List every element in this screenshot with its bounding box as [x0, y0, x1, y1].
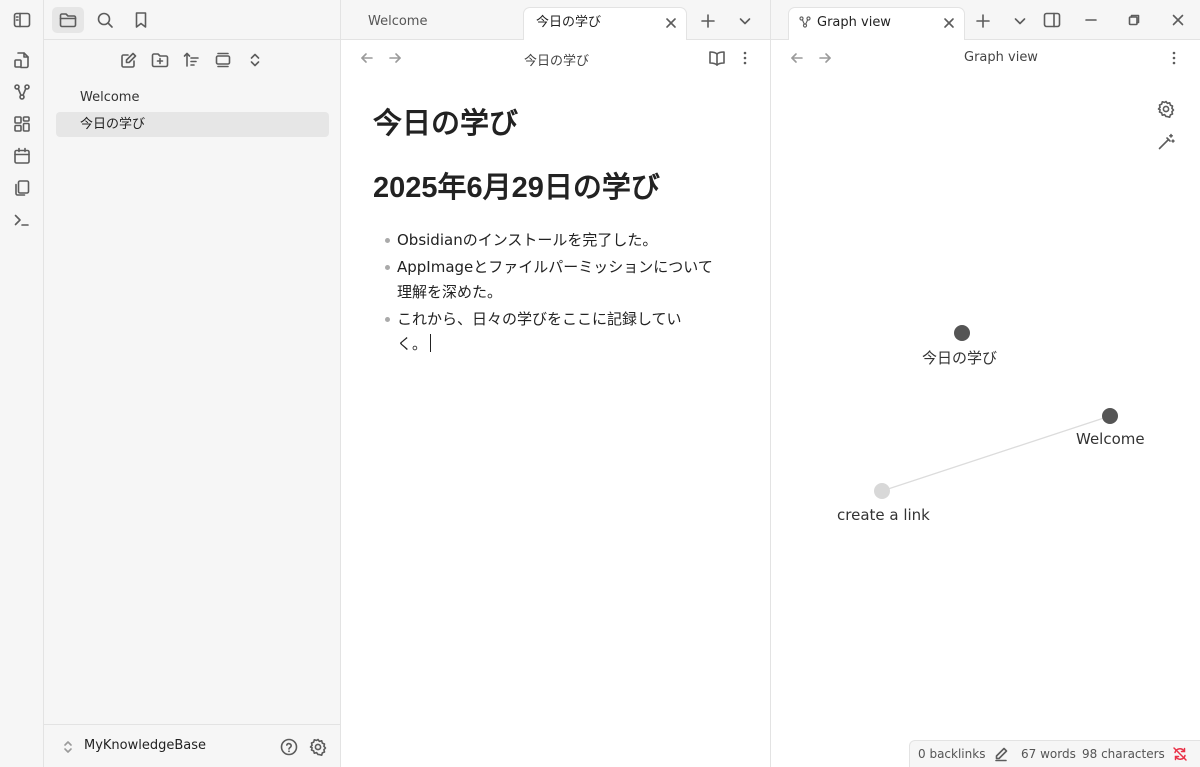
list-item[interactable]: これから、日々の学びをここに記録していく。 [373, 307, 703, 357]
minimize-window-icon[interactable] [1079, 8, 1103, 32]
list-item[interactable]: Obsidianのインストールを完了した。 [373, 228, 733, 253]
graph-edge [881, 415, 1111, 492]
tab-todays-learning[interactable]: 今日の学び [523, 7, 687, 40]
file-item-welcome[interactable]: Welcome [56, 85, 329, 110]
new-folder-icon[interactable] [147, 47, 173, 73]
restore-window-icon[interactable] [1122, 8, 1146, 32]
graph-node-create-a-link[interactable] [874, 483, 890, 499]
vault-switcher-bar: MyKnowledgeBase [44, 724, 341, 767]
list-item[interactable]: AppImageとファイルパーミッションについて理解を深めた。 [373, 255, 725, 305]
close-tab-icon[interactable] [664, 16, 678, 30]
canvas-icon[interactable] [10, 112, 34, 136]
sidebar-tab-header [44, 0, 341, 40]
open-quick-switcher-icon[interactable] [10, 48, 34, 72]
navigate-forward-arrow-icon[interactable] [383, 46, 407, 70]
bookmark-icon[interactable] [125, 7, 157, 33]
vault-name[interactable]: MyKnowledgeBase [84, 738, 206, 753]
help-icon[interactable] [277, 735, 301, 759]
collapse-all-icon[interactable] [210, 47, 236, 73]
graph-view-icon[interactable] [10, 80, 34, 104]
tab-graph-view[interactable]: Graph view [788, 7, 965, 40]
file-explorer-tab-icon[interactable] [52, 7, 84, 33]
file-item-todays-learning[interactable]: 今日の学び [56, 112, 329, 137]
graph-node-welcome[interactable] [1102, 408, 1118, 424]
close-tab-icon[interactable] [942, 16, 956, 30]
reading-mode-book-icon[interactable] [705, 46, 729, 70]
search-icon[interactable] [89, 7, 121, 33]
note-heading[interactable]: 2025年6月29日の学び [373, 164, 733, 206]
close-window-icon[interactable] [1166, 8, 1190, 32]
view-title[interactable]: 今日の学び [524, 50, 589, 69]
new-tab-plus-icon[interactable] [696, 9, 720, 33]
note-title[interactable]: 今日の学び [373, 100, 733, 140]
sort-order-icon[interactable] [178, 47, 204, 73]
graph-tab-icon [798, 15, 812, 29]
graph-node-label: create a link [837, 506, 930, 524]
backlinks-count[interactable]: 0 backlinks [918, 747, 985, 761]
graph-canvas[interactable] [771, 76, 1200, 726]
new-tab-plus-icon[interactable] [971, 9, 995, 33]
file-explorer-sidebar: Welcome 今日の学び MyKnowledgeBase [44, 0, 341, 767]
editor-tab-bar: Welcome 今日の学び [341, 0, 770, 40]
calendar-icon[interactable] [10, 144, 34, 168]
tab-list-chevron-down-icon[interactable] [733, 9, 757, 33]
toggle-sidebar-icon[interactable] [10, 8, 34, 32]
tab-label: Graph view [817, 15, 891, 30]
tab-label: Welcome [368, 14, 428, 29]
vault-switch-chevron-icon[interactable] [56, 735, 80, 759]
text-cursor [430, 334, 432, 352]
graph-node-label: Welcome [1076, 430, 1145, 448]
terminal-icon[interactable] [10, 208, 34, 232]
character-count: 98 characters [1082, 747, 1165, 761]
bullet-list: Obsidianのインストールを完了した。 AppImageとファイルパーミッシ… [373, 228, 733, 357]
editor-view-header: 今日の学び [341, 40, 770, 76]
status-bar: 0 backlinks 67 words 98 characters [909, 740, 1200, 767]
settings-gear-icon[interactable] [306, 735, 330, 759]
graph-view-header: Graph view [771, 40, 1200, 76]
expand-collapse-icon[interactable] [242, 47, 268, 73]
view-title[interactable]: Graph view [964, 50, 1038, 65]
tab-welcome[interactable]: Welcome [356, 7, 516, 40]
tab-list-chevron-down-icon[interactable] [1008, 9, 1032, 33]
toggle-right-sidebar-icon[interactable] [1040, 8, 1064, 32]
navigate-back-arrow-icon[interactable] [355, 46, 379, 70]
templates-icon[interactable] [10, 176, 34, 200]
graph-tab-bar: Graph view [771, 0, 1200, 40]
left-ribbon [0, 0, 44, 767]
navigate-forward-arrow-icon[interactable] [813, 46, 837, 70]
sync-disabled-icon[interactable] [1172, 746, 1188, 762]
graph-node-todays-learning[interactable] [954, 325, 970, 341]
new-note-icon[interactable] [116, 47, 142, 73]
more-options-icon[interactable] [733, 46, 757, 70]
tab-label: 今日の学び [536, 15, 602, 30]
note-content[interactable]: 今日の学び 2025年6月29日の学び Obsidianのインストールを完了した… [373, 100, 733, 359]
graph-node-label: 今日の学び [922, 349, 998, 367]
word-count: 67 words [1021, 747, 1076, 761]
obsidian-window: Welcome 今日の学び MyKnowledgeBase Welcome 今日… [0, 0, 1200, 767]
more-options-icon[interactable] [1162, 46, 1186, 70]
navigate-back-arrow-icon[interactable] [785, 46, 809, 70]
edit-pencil-icon[interactable] [993, 746, 1009, 762]
